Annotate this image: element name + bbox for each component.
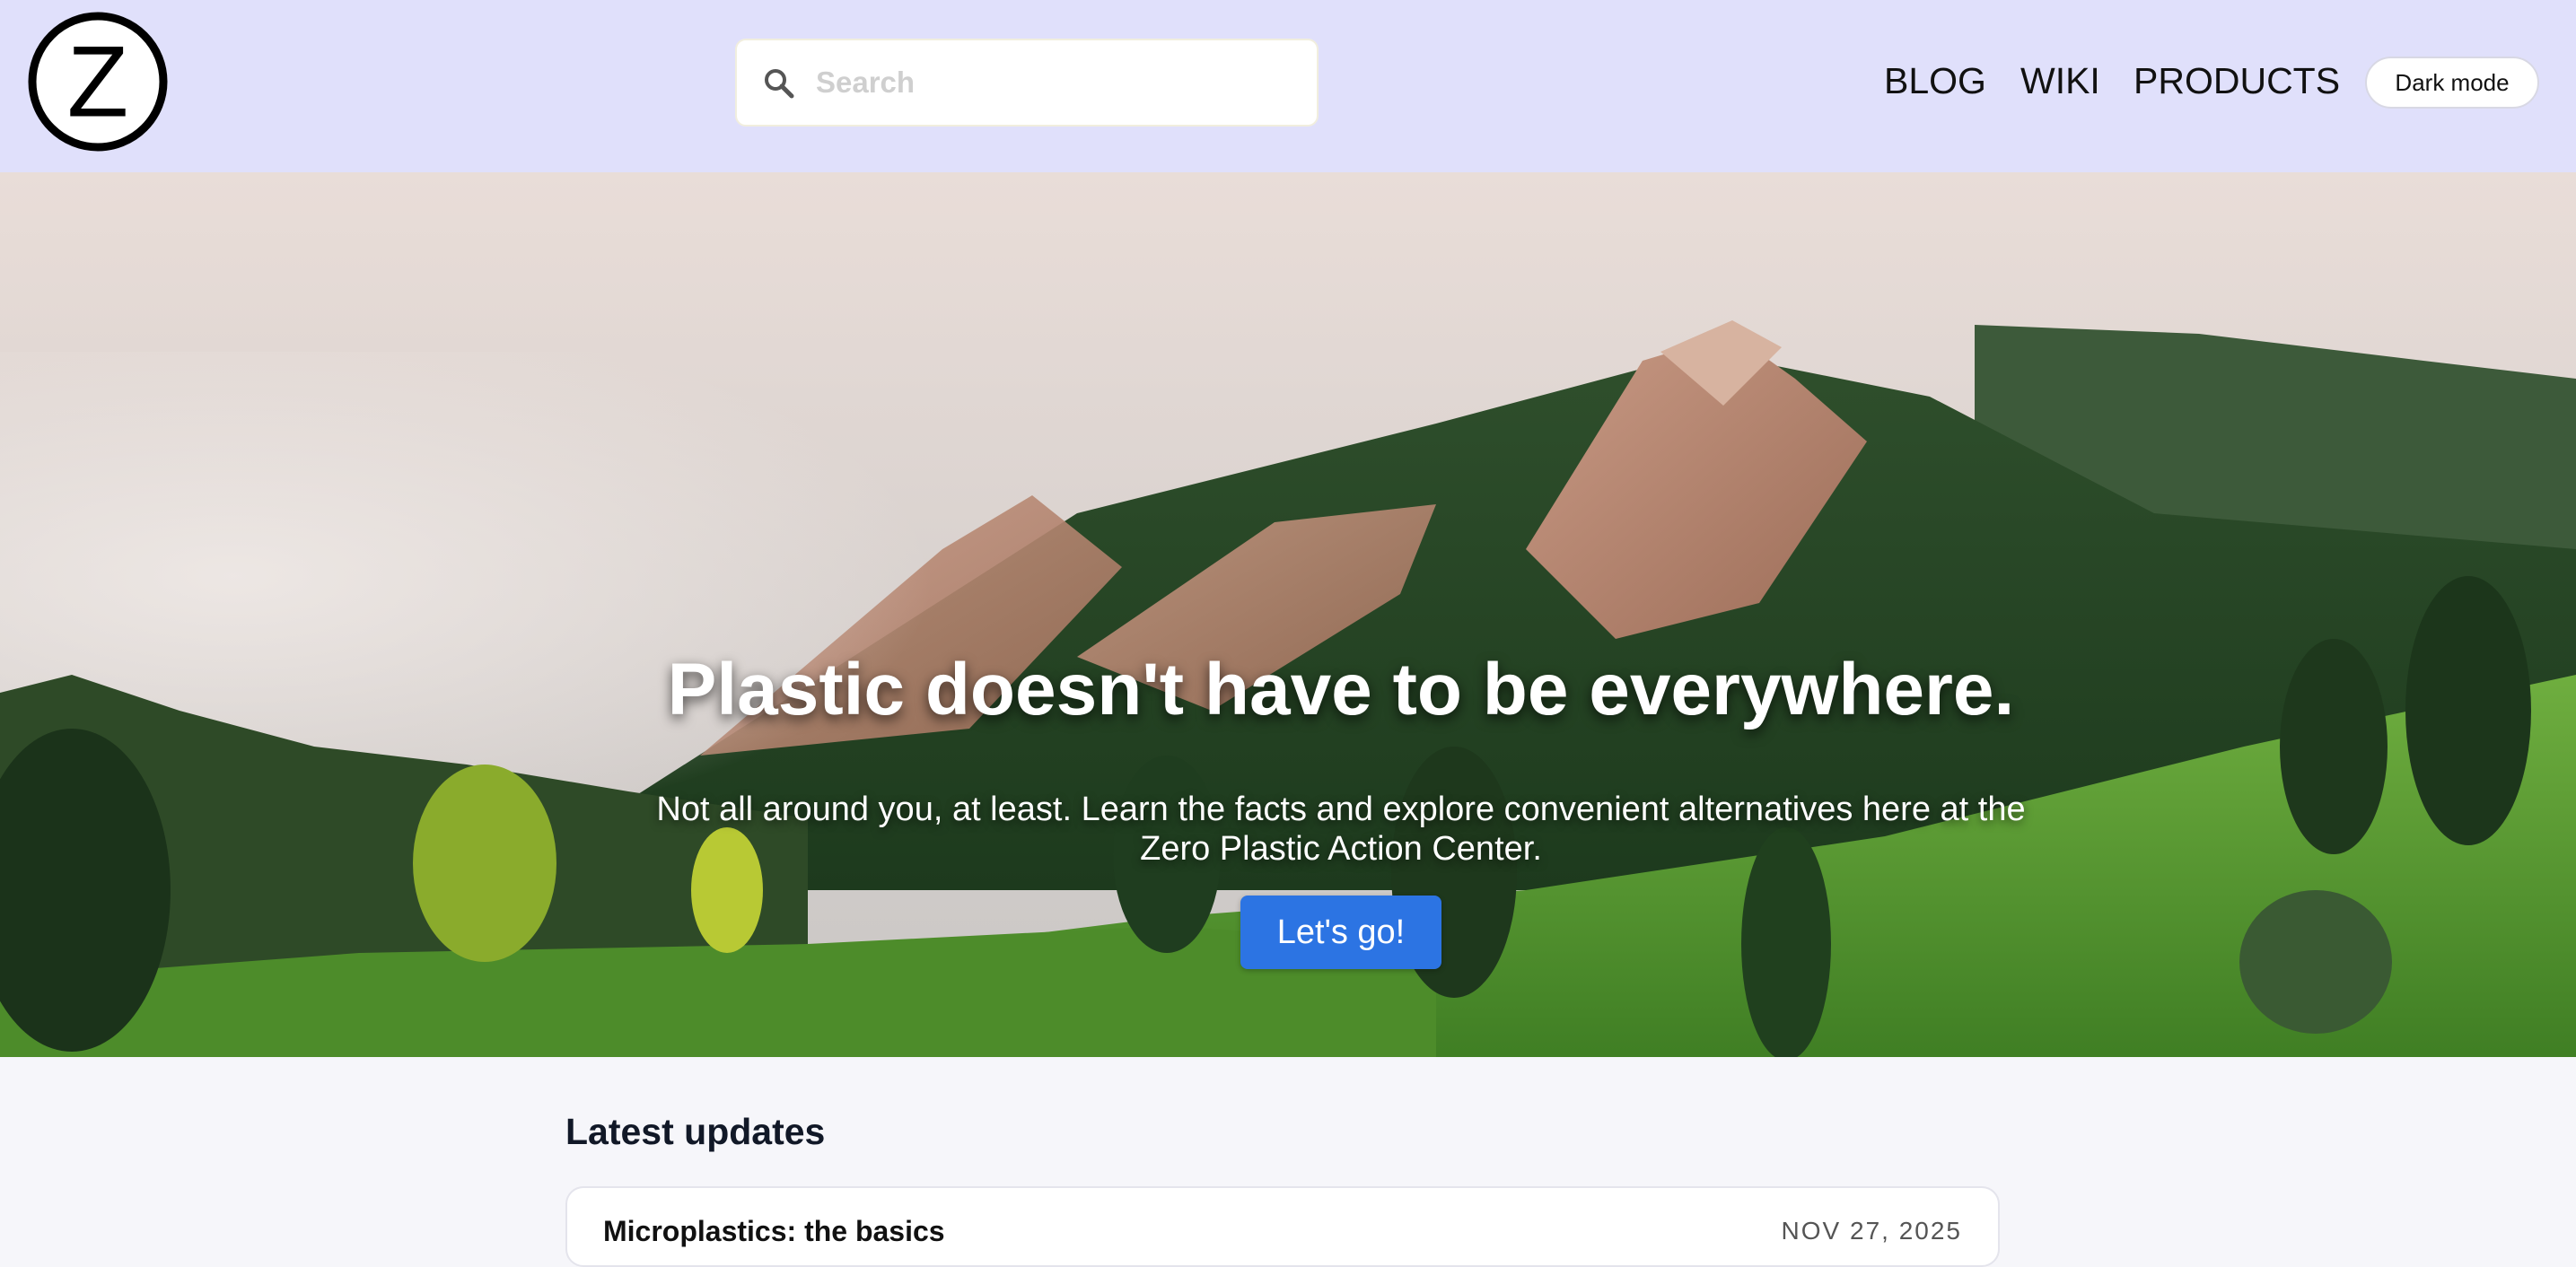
search-input[interactable] [816, 40, 1292, 125]
lets-go-button[interactable]: Let's go! [1240, 896, 1441, 969]
logo-letter: Z [67, 26, 128, 138]
update-card-title: Microplastics: the basics [603, 1215, 945, 1247]
hero-subtitle: Not all around you, at least. Learn the … [656, 791, 2026, 868]
dark-mode-button[interactable]: Dark mode [2365, 57, 2539, 109]
update-card[interactable]: Microplastics: the basics NOV 27, 2025 [565, 1186, 2000, 1267]
search-icon [762, 66, 796, 100]
nav-products[interactable]: PRODUCTS [2134, 57, 2340, 104]
logo-z-icon[interactable]: Z [27, 11, 169, 153]
updates-heading: Latest updates [565, 1111, 826, 1152]
hero-section: Plastic doesn't have to be everywhere. N… [0, 172, 2576, 1057]
hero-title: Plastic doesn't have to be everywhere. [667, 649, 2015, 730]
site-header: Z BLOG WIKI PRODUCTS Dark mode [0, 0, 2576, 172]
update-card-date: NOV 27, 2025 [1781, 1217, 1962, 1245]
search-box[interactable] [735, 39, 1319, 127]
nav-blog[interactable]: BLOG [1884, 57, 1986, 104]
nav-wiki[interactable]: WIKI [2020, 57, 2100, 104]
